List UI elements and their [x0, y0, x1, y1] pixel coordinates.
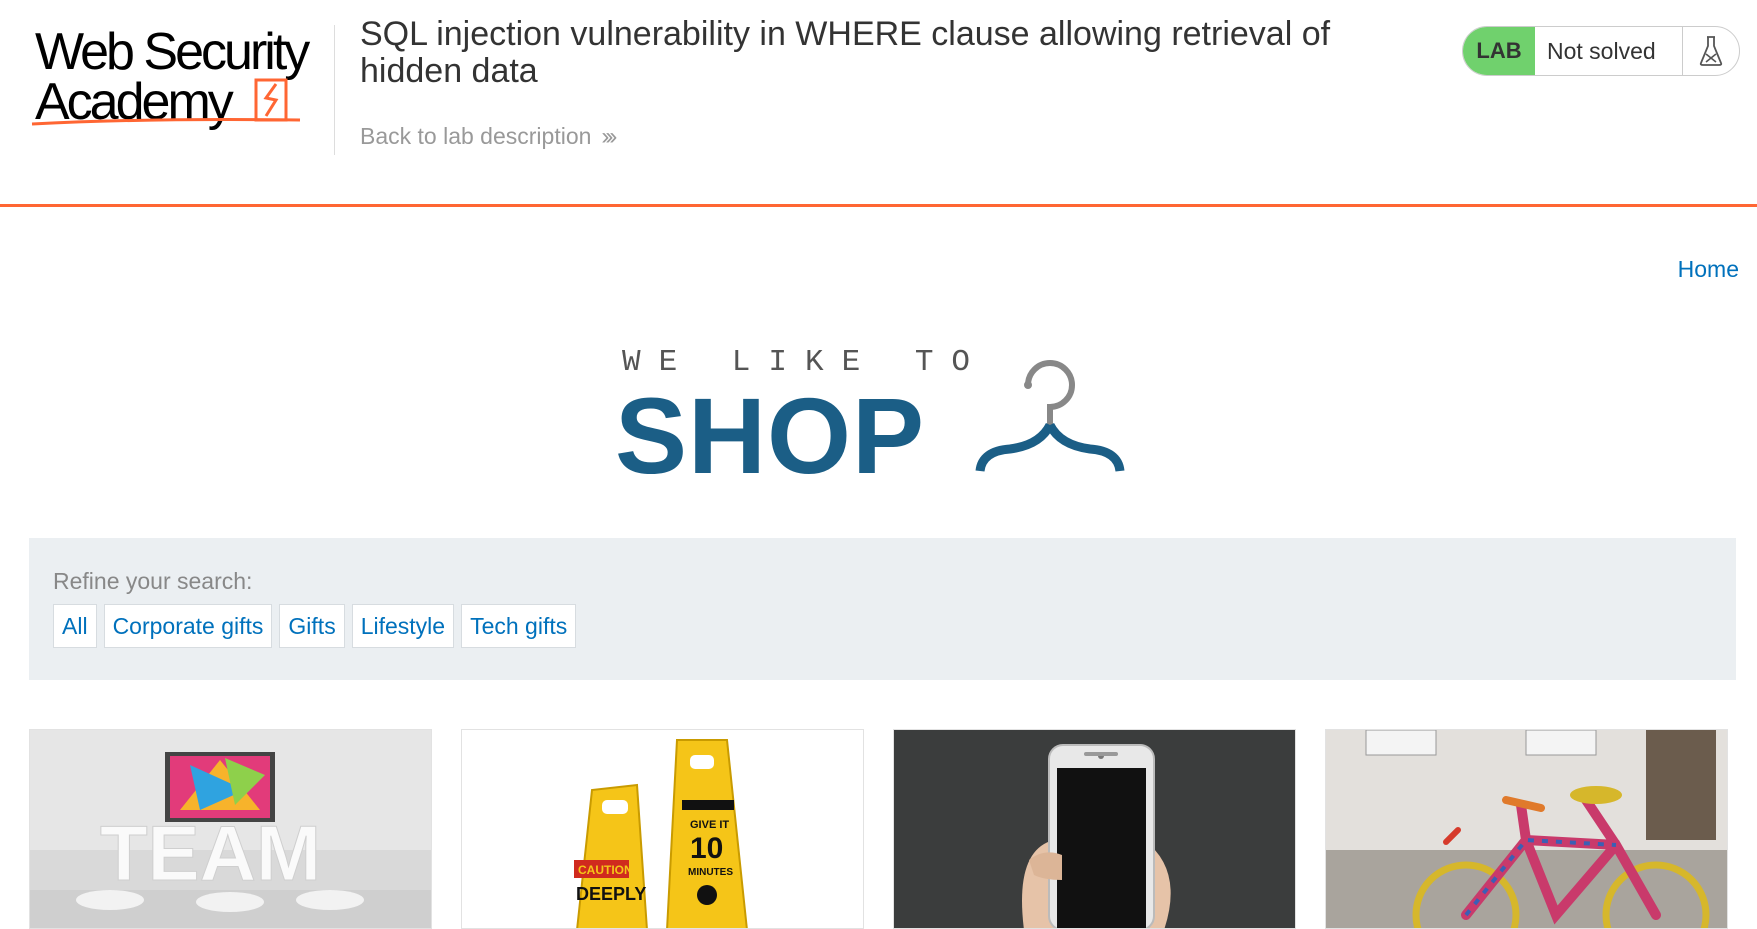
- header-separator: [334, 25, 335, 155]
- refine-search-label: Refine your search:: [53, 568, 253, 594]
- filter-panel: Refine your search: All Corporate gifts …: [29, 538, 1736, 680]
- caution-wet-floor-signs-image: CAUTION DEEPLY GIVE IT 10 MINUTES: [462, 730, 863, 928]
- knitted-bicycle-image: [1326, 730, 1727, 928]
- filter-lifestyle[interactable]: Lifestyle: [351, 604, 455, 648]
- logo-flash-icon: [31, 78, 301, 126]
- lab-badge: LAB: [1463, 27, 1535, 75]
- svg-text:DEEPLY: DEEPLY: [576, 884, 646, 904]
- filter-tech-gifts[interactable]: Tech gifts: [461, 604, 577, 648]
- hand-holding-phone-image: [894, 730, 1295, 928]
- back-link-label: Back to lab description: [360, 123, 592, 149]
- back-to-lab-description-link[interactable]: Back to lab description ›››: [360, 123, 617, 151]
- home-link[interactable]: Home: [1678, 256, 1739, 283]
- product-card[interactable]: TEAM: [29, 729, 432, 929]
- shop-logo: WE LIKE TO SHOP: [615, 340, 1155, 496]
- lab-status-text: Not solved: [1535, 27, 1683, 75]
- header-divider: [0, 204, 1757, 207]
- academy-logo[interactable]: Web Security Academy: [30, 20, 335, 132]
- team-building-image: TEAM: [30, 730, 431, 928]
- product-card[interactable]: CAUTION DEEPLY GIVE IT 10 MINUTES: [461, 729, 864, 929]
- product-grid: TEAM CAUTION DEEPLY GIVE IT 10 MINUTES: [29, 729, 1736, 929]
- lab-title: SQL injection vulnerability in WHERE cla…: [360, 15, 1331, 90]
- filter-corporate-gifts[interactable]: Corporate gifts: [103, 604, 273, 648]
- category-filter-list: All Corporate gifts Gifts Lifestyle Tech…: [53, 604, 577, 648]
- svg-text:GIVE IT: GIVE IT: [690, 819, 729, 831]
- flask-icon: [1683, 27, 1739, 75]
- hanger-icon: [975, 360, 1125, 472]
- product-card[interactable]: [1325, 729, 1728, 929]
- lab-status-widget: LAB Not solved: [1462, 26, 1740, 76]
- academy-header: Web Security Academy SQL injection vulne…: [0, 0, 1757, 207]
- svg-text:MINUTES: MINUTES: [688, 867, 733, 878]
- shop-word: SHOP: [615, 375, 926, 496]
- svg-text:10: 10: [690, 832, 723, 865]
- svg-text:TEAM: TEAM: [100, 809, 321, 897]
- product-card[interactable]: [893, 729, 1296, 929]
- svg-text:CAUTION: CAUTION: [578, 863, 633, 877]
- filter-all[interactable]: All: [53, 604, 97, 648]
- double-chevron-right-icon: ›››: [601, 123, 617, 150]
- filter-gifts[interactable]: Gifts: [279, 604, 345, 648]
